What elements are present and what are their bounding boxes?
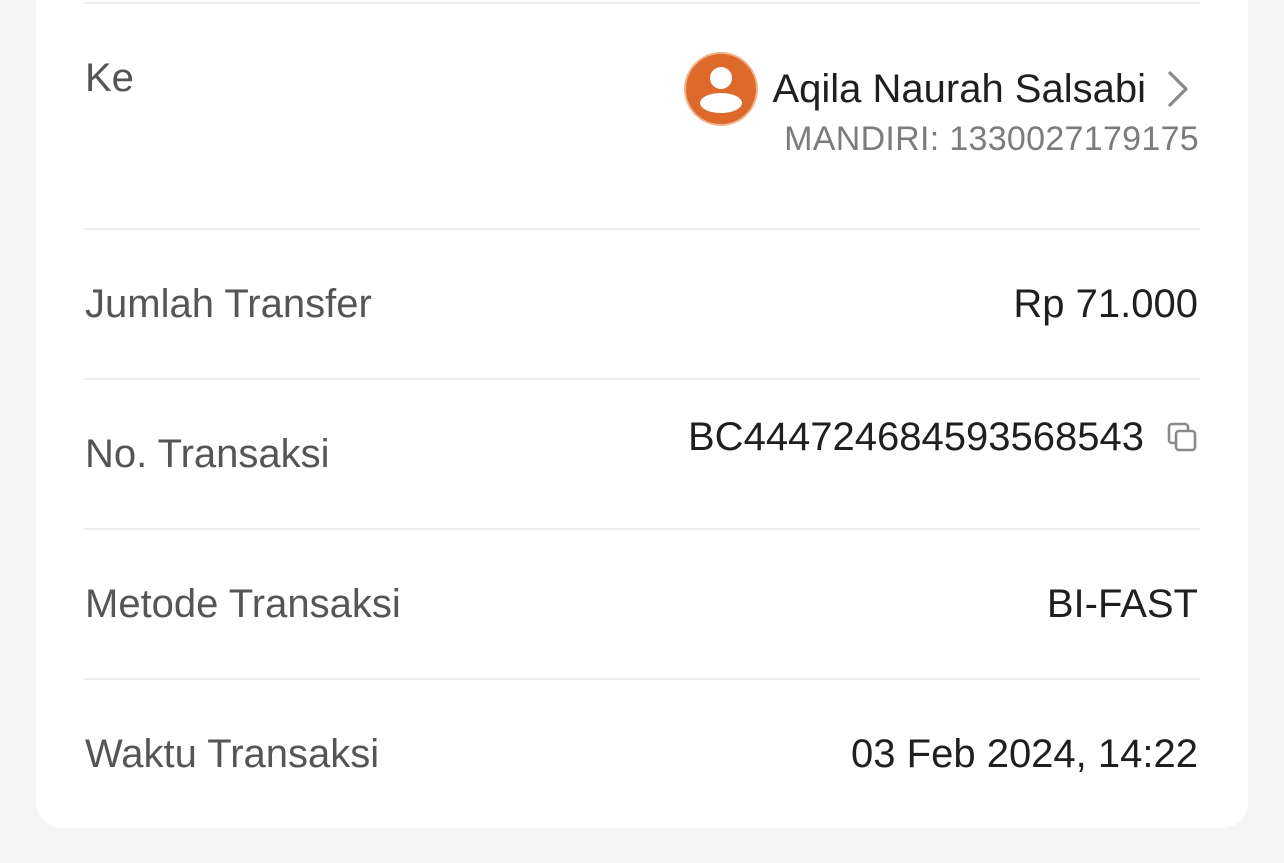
- divider: [84, 2, 1200, 4]
- time-label: Waktu Transaksi: [85, 732, 380, 776]
- person-icon: [686, 54, 757, 124]
- recipient-label: Ke: [85, 56, 134, 100]
- recipient-bank-account: MANDIRI: 1330027179175: [784, 120, 1199, 158]
- transaction-no-label: No. Transaksi: [85, 432, 330, 476]
- method-label: Metode Transaksi: [85, 582, 401, 626]
- time-value: 03 Feb 2024, 14:22: [851, 732, 1198, 776]
- divider: [84, 678, 1200, 680]
- copy-icon[interactable]: [1166, 421, 1198, 453]
- transaction-details-card: Ke Aqila Naurah Salsabi MANDIRI: 1330027…: [36, 0, 1248, 828]
- chevron-right-icon: [1164, 69, 1190, 109]
- divider: [84, 528, 1200, 530]
- method-value: BI-FAST: [1046, 582, 1198, 626]
- divider: [84, 378, 1200, 380]
- amount-label: Jumlah Transfer: [85, 282, 372, 326]
- recipient-name: Aqila Naurah Salsabi: [772, 66, 1146, 111]
- transaction-no-value: BC444724684593568543: [688, 414, 1144, 459]
- transaction-no-row: BC444724684593568543: [688, 412, 1198, 462]
- divider: [84, 228, 1200, 230]
- recipient-link[interactable]: Aqila Naurah Salsabi: [686, 53, 1190, 125]
- amount-value: Rp 71.000: [1013, 282, 1198, 326]
